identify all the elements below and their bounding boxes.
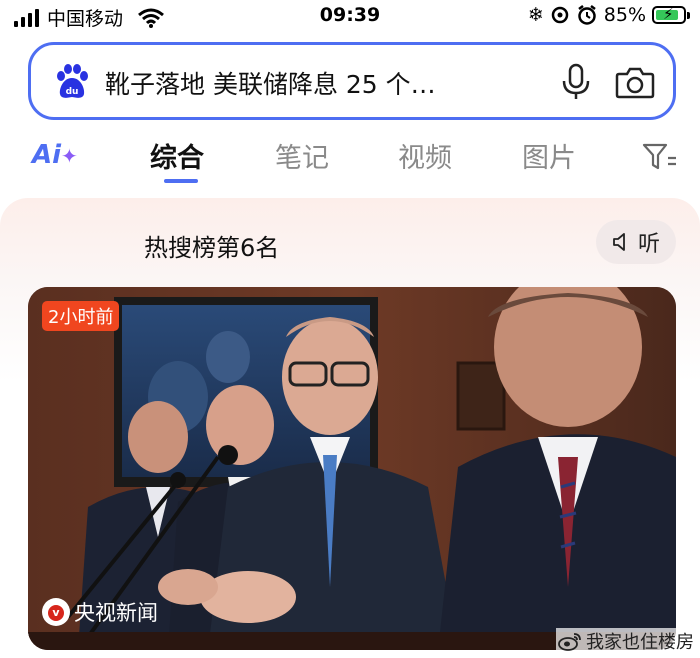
battery-percent: 85% [603, 4, 646, 26]
tab-notes[interactable]: 笔记 [275, 136, 329, 175]
hot-rank-label[interactable]: 热搜榜第6名 [144, 228, 279, 263]
search-tabs: Ai✦ 综合 笔记 视频 图片 [0, 132, 700, 188]
filter-icon[interactable] [642, 142, 678, 172]
source-label: 央视新闻 [74, 601, 158, 625]
charging-bolt-icon: ⚡ [663, 5, 674, 23]
svg-text:du: du [66, 87, 79, 97]
sparkle-icon: ✦ [61, 144, 78, 168]
watermark: 我家也住楼房 [556, 628, 696, 654]
ai-tab[interactable]: Ai✦ [32, 140, 78, 170]
news-card[interactable]: 2小时前 v 央视新闻 [28, 287, 676, 650]
active-tab-indicator [164, 179, 198, 183]
time-badge: 2小时前 [42, 301, 120, 331]
status-bar: 中国移动 09:39 ❄ 85% ⚡ [0, 0, 700, 32]
listen-button[interactable]: 听 [596, 220, 676, 264]
weibo-icon [558, 633, 581, 651]
tab-general[interactable]: 综合 [150, 136, 204, 175]
camera-icon[interactable] [615, 65, 655, 99]
tab-videos[interactable]: 视频 [398, 136, 452, 175]
cctv-news-logo-icon: v [42, 598, 70, 626]
snowflake-icon: ❄ [527, 4, 544, 26]
status-right: ❄ 85% ⚡ [528, 4, 690, 26]
alarm-icon [578, 5, 596, 25]
listen-label: 听 [637, 232, 660, 257]
speaker-icon [613, 233, 625, 251]
battery-icon: ⚡ [652, 5, 690, 24]
tab-images[interactable]: 图片 [522, 136, 576, 175]
search-box[interactable]: du 靴子落地 美联储降息 25 个… [28, 42, 676, 120]
ai-label: Ai [32, 140, 62, 170]
news-source[interactable]: v 央视新闻 [42, 597, 158, 627]
baidu-paw-icon[interactable]: du [53, 63, 91, 101]
focus-icon [551, 6, 569, 24]
watermark-text: 我家也住楼房 [586, 632, 694, 653]
news-photo[interactable] [28, 287, 676, 650]
mic-icon[interactable] [561, 63, 591, 101]
search-input[interactable]: 靴子落地 美联储降息 25 个… [105, 65, 525, 101]
